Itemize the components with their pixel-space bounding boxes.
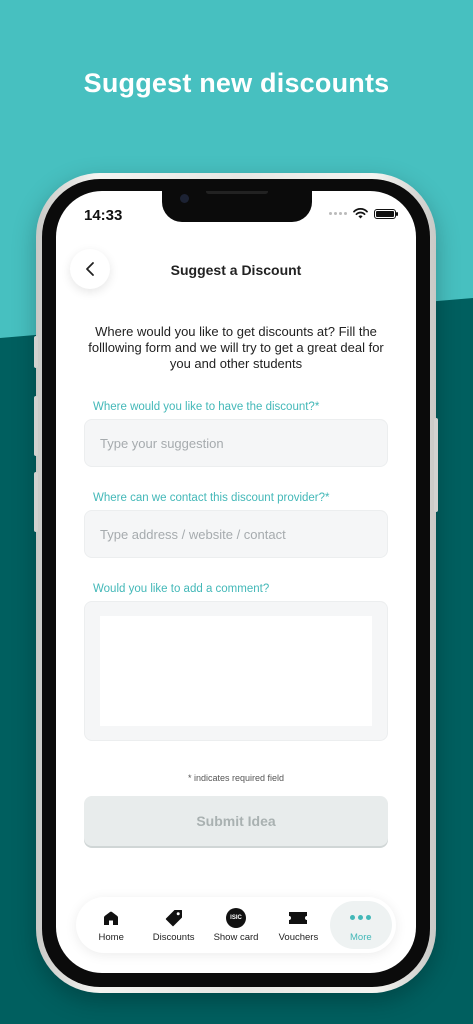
submit-idea-button[interactable]: Submit Idea <box>84 796 388 846</box>
contact-field-label: Where can we contact this discount provi… <box>93 492 330 504</box>
home-icon <box>104 911 119 925</box>
location-field-label: Where would you like to have the discoun… <box>93 401 320 413</box>
nav-item-show-card[interactable]: ISIC Show card <box>205 897 267 953</box>
nav-item-home[interactable]: Home <box>80 897 142 953</box>
phone-power-button <box>434 418 438 512</box>
screen-title: Suggest a Discount <box>170 262 302 278</box>
ticket-icon <box>289 911 308 924</box>
wifi-icon <box>353 208 368 219</box>
promo-headline: Suggest new discounts <box>83 68 390 98</box>
intro-text: Where would you like to get discounts at… <box>88 324 384 371</box>
comment-field-container <box>84 601 388 741</box>
signal-dots-icon <box>329 212 347 215</box>
comment-textarea[interactable] <box>100 616 372 726</box>
contact-input[interactable] <box>84 510 388 558</box>
phone-screen: 14:33 Suggest a Discount Where would you… <box>56 191 416 973</box>
location-input[interactable] <box>84 419 388 467</box>
notch-speaker <box>206 191 268 194</box>
nav-label-show-card: Show card <box>213 931 259 943</box>
front-camera <box>180 194 189 203</box>
phone-notch <box>162 191 312 222</box>
nav-item-discounts[interactable]: Discounts <box>142 897 204 953</box>
phone-volume-up <box>34 396 38 456</box>
nav-item-vouchers[interactable]: Vouchers <box>267 897 329 953</box>
nav-label-discounts: Discounts <box>152 931 195 943</box>
battery-icon <box>374 208 398 219</box>
phone-mute-switch <box>34 336 38 368</box>
bottom-nav: Home Discounts ISIC Show card Vouchers M… <box>76 897 396 953</box>
status-time: 14:33 <box>84 207 123 224</box>
nav-item-more[interactable]: More <box>329 901 393 949</box>
comment-field-label: Would you like to add a comment? <box>93 583 270 595</box>
nav-label-home: Home <box>98 931 124 943</box>
phone-volume-down <box>34 472 38 532</box>
status-icons <box>329 208 398 219</box>
required-field-note: * indicates required field <box>187 773 285 783</box>
tag-icon <box>165 909 182 926</box>
more-dots-icon <box>350 915 372 920</box>
nav-label-more: More <box>350 931 372 943</box>
isic-card-icon: ISIC <box>226 907 247 928</box>
nav-label-vouchers: Vouchers <box>278 931 319 943</box>
